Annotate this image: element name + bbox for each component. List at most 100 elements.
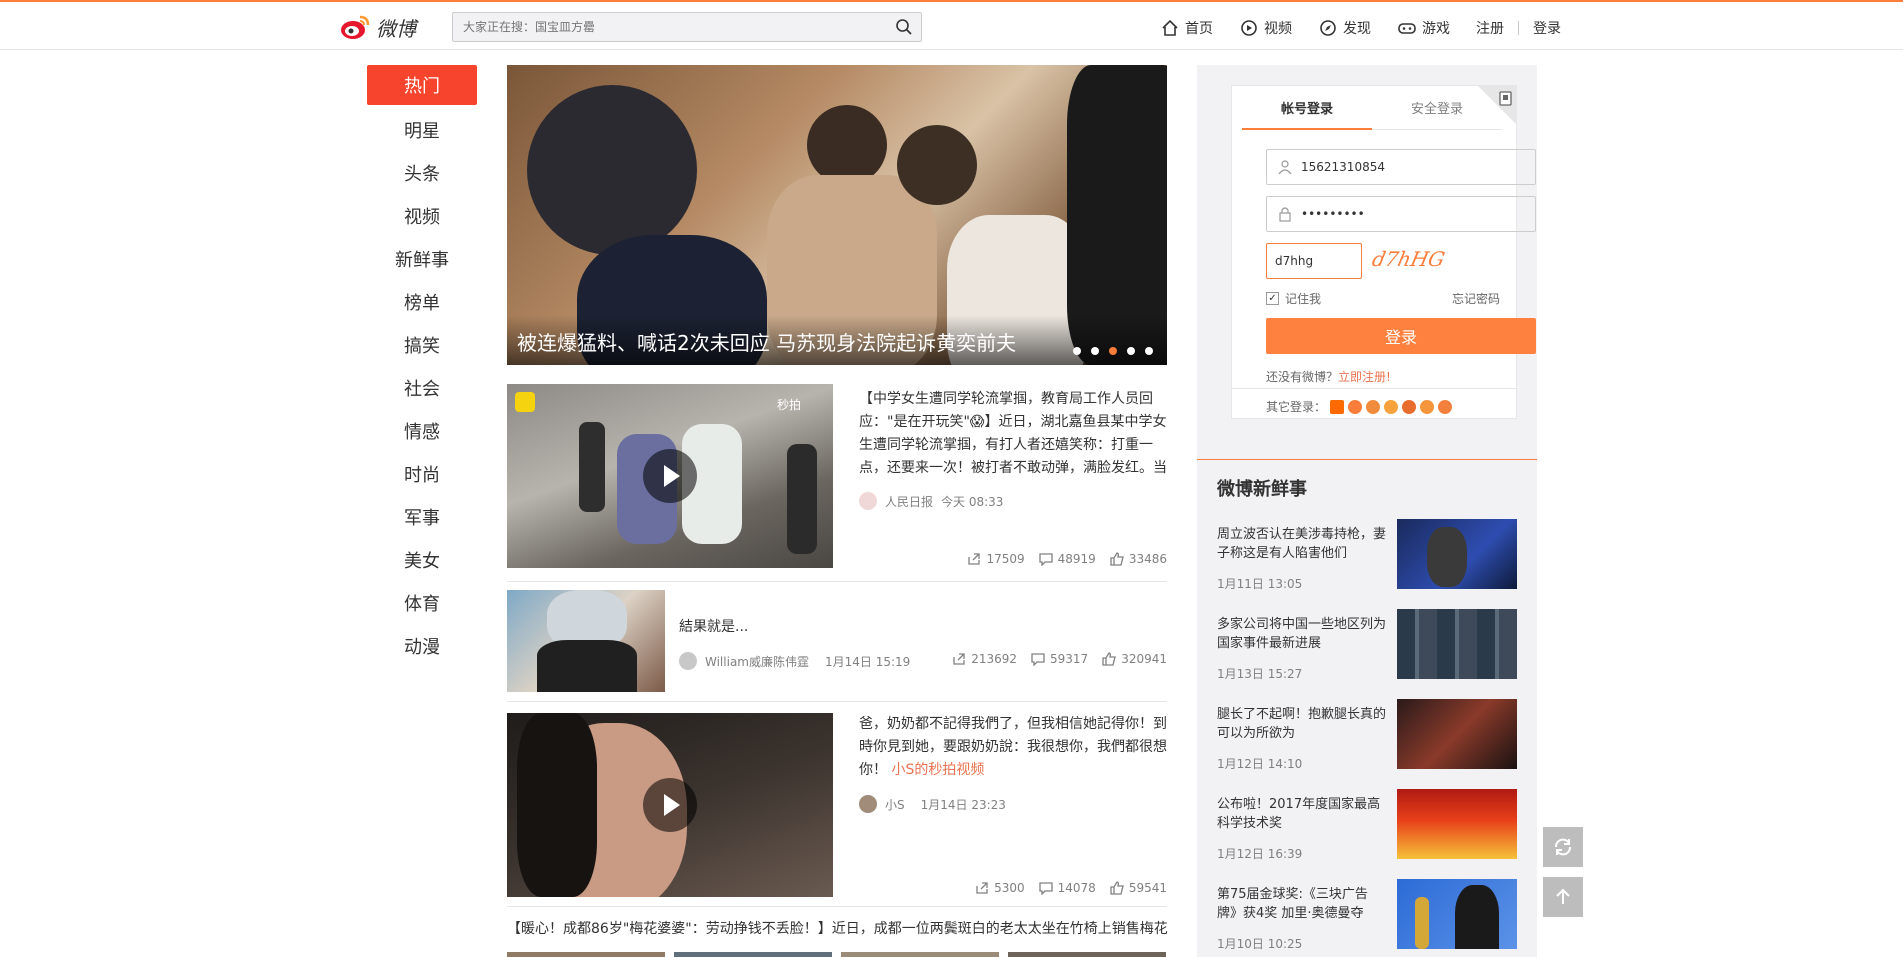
avatar[interactable] [859, 795, 877, 813]
comment-button[interactable]: 48919 [1038, 552, 1096, 566]
carousel-dot[interactable] [1091, 347, 1099, 355]
fresh-news-image[interactable] [1397, 609, 1517, 679]
post-thumbnail[interactable] [507, 590, 665, 692]
nav-discover[interactable]: 发现 [1318, 18, 1371, 38]
login-link[interactable]: 登录 [1533, 18, 1561, 38]
fresh-news-item[interactable]: 第75届金球奖:《三块广告牌》获4奖 加里·奥德曼夺 1月10日 10:25 [1217, 879, 1517, 957]
wechat-icon[interactable] [1384, 399, 1399, 414]
category-anime[interactable]: 动漫 [367, 624, 477, 667]
username-input[interactable] [1301, 150, 1521, 184]
category-society[interactable]: 社会 [367, 366, 477, 409]
like-button[interactable]: 59541 [1110, 881, 1167, 895]
remember-me[interactable]: ✓ 记住我 [1266, 290, 1321, 307]
category-stars[interactable]: 明星 [367, 108, 477, 151]
qq-icon[interactable] [1348, 399, 1363, 414]
password-input[interactable] [1301, 197, 1521, 231]
fresh-news-item[interactable]: 公布啦！2017年度国家最高科学技术奖 1月12日 16:39 [1217, 789, 1517, 867]
netease-icon[interactable] [1402, 399, 1417, 414]
zhifubao-icon[interactable] [1366, 399, 1381, 414]
username-field[interactable] [1266, 149, 1536, 185]
fresh-news-image[interactable] [1397, 699, 1517, 769]
hero-title[interactable]: 被连爆猛料、喊话2次未回应 马苏现身法院起诉黄奕前夫 [507, 315, 1167, 365]
avatar[interactable] [859, 492, 877, 510]
fresh-news-image[interactable] [1397, 519, 1517, 589]
fresh-news-headline[interactable]: 多家公司将中国一些地区列为国家事件最新进展 [1217, 615, 1387, 653]
search-input[interactable] [453, 13, 883, 41]
category-beauty[interactable]: 美女 [367, 538, 477, 581]
share-button[interactable]: 17509 [967, 552, 1025, 566]
video-thumbnail[interactable]: 秒拍 [507, 384, 833, 568]
post-author[interactable]: William威廉陈伟霆 [705, 653, 809, 670]
category-sports[interactable]: 体育 [367, 581, 477, 624]
post-text[interactable]: 結果就是... [679, 616, 748, 639]
fresh-news-headline[interactable]: 第75届金球奖:《三块广告牌》获4奖 加里·奥德曼夺 [1217, 885, 1387, 923]
nav-video[interactable]: 视频 [1239, 18, 1292, 38]
weibo-logo[interactable]: 微博 [340, 12, 430, 42]
carousel-dot-active[interactable] [1109, 347, 1117, 355]
captcha-input[interactable] [1275, 244, 1355, 278]
tab-account-login[interactable]: 帐号登录 [1242, 86, 1372, 130]
category-fresh[interactable]: 新鲜事 [367, 237, 477, 280]
like-button[interactable]: 33486 [1110, 552, 1167, 566]
search-icon[interactable] [895, 18, 913, 36]
post-text[interactable]: 【暖心！成都86岁"梅花婆婆"：劳动挣钱不丢脸！】近日，成都一位两鬓斑白的老太太… [507, 918, 1167, 941]
fresh-news-item[interactable]: 腿长了不起啊！抱歉腿长真的可以为所欲为 1月12日 14:10 [1217, 699, 1517, 777]
remember-checkbox[interactable]: ✓ [1266, 292, 1279, 305]
forgot-password-link[interactable]: 忘记密码 [1452, 290, 1500, 307]
hero-photo-figure [527, 85, 697, 255]
thumbnail-figure [579, 422, 605, 512]
taobao-icon[interactable] [1330, 399, 1345, 414]
like-button[interactable]: 320941 [1102, 652, 1167, 666]
carousel-dot[interactable] [1145, 347, 1153, 355]
register-link[interactable]: 注册 [1476, 18, 1504, 38]
fresh-news-headline[interactable]: 公布啦！2017年度国家最高科学技术奖 [1217, 795, 1387, 833]
tab-secure-login[interactable]: 安全登录 [1372, 86, 1502, 130]
miaopai-video-link[interactable]: 小S的秒拍视频 [891, 762, 984, 778]
comment-button[interactable]: 14078 [1038, 881, 1096, 895]
login-button[interactable]: 登录 [1266, 318, 1536, 354]
comment-button[interactable]: 59317 [1031, 652, 1088, 666]
category-emotion[interactable]: 情感 [367, 409, 477, 452]
share-button[interactable]: 5300 [975, 881, 1025, 895]
hero-carousel[interactable]: 被连爆猛料、喊话2次未回应 马苏现身法院起诉黄奕前夫 [507, 65, 1167, 365]
nav-home[interactable]: 首页 [1160, 18, 1213, 38]
captcha-image[interactable]: d7hHG [1369, 247, 1471, 277]
video-thumbnail[interactable] [507, 713, 833, 897]
nav-game[interactable]: 游戏 [1397, 18, 1450, 38]
post-thumbnail[interactable] [674, 952, 832, 957]
play-icon[interactable] [643, 449, 697, 503]
post-author[interactable]: 小S [885, 796, 905, 813]
post-thumbnail[interactable] [841, 952, 999, 957]
tianyi-icon[interactable] [1420, 399, 1435, 414]
post-text[interactable]: 爸，奶奶都不記得我們了，但我相信她記得你！到時你見到她，要跟奶奶說：我很想你，我… [859, 713, 1167, 782]
category-military[interactable]: 军事 [367, 495, 477, 538]
search-box[interactable] [452, 12, 922, 42]
post-thumbnail[interactable] [507, 952, 665, 957]
category-hot[interactable]: 热门 [367, 65, 477, 105]
captcha-field[interactable] [1266, 243, 1362, 279]
baidu-icon[interactable] [1438, 399, 1453, 414]
refresh-button[interactable] [1543, 827, 1583, 867]
category-funny[interactable]: 搞笑 [367, 323, 477, 366]
post-thumbnail[interactable] [1008, 952, 1166, 957]
fresh-news-headline[interactable]: 腿长了不起啊！抱歉腿长真的可以为所欲为 [1217, 705, 1387, 743]
share-button[interactable]: 213692 [952, 652, 1017, 666]
fresh-news-image[interactable] [1397, 789, 1517, 859]
back-to-top-button[interactable] [1543, 877, 1583, 917]
password-field[interactable] [1266, 196, 1536, 232]
fresh-news-item[interactable]: 多家公司将中国一些地区列为国家事件最新进展 1月13日 15:27 [1217, 609, 1517, 687]
post-author[interactable]: 人民日报 [885, 493, 933, 510]
post-text[interactable]: 【中学女生遭同学轮流掌掴，教育局工作人员回应："是在开玩笑"😱】近日，湖北嘉鱼县… [859, 388, 1167, 482]
category-headlines[interactable]: 头条 [367, 151, 477, 194]
register-now-link[interactable]: 立即注册! [1338, 370, 1391, 384]
fresh-news-image[interactable] [1397, 879, 1517, 949]
fresh-news-headline[interactable]: 周立波否认在美涉毒持枪，妻子称这是有人陷害他们 [1217, 525, 1387, 563]
fresh-news-item[interactable]: 周立波否认在美涉毒持枪，妻子称这是有人陷害他们 1月11日 13:05 [1217, 519, 1517, 597]
carousel-dot[interactable] [1073, 347, 1081, 355]
carousel-dot[interactable] [1127, 347, 1135, 355]
play-icon[interactable] [643, 778, 697, 832]
avatar[interactable] [679, 652, 697, 670]
category-rankings[interactable]: 榜单 [367, 280, 477, 323]
category-video[interactable]: 视频 [367, 194, 477, 237]
category-fashion[interactable]: 时尚 [367, 452, 477, 495]
